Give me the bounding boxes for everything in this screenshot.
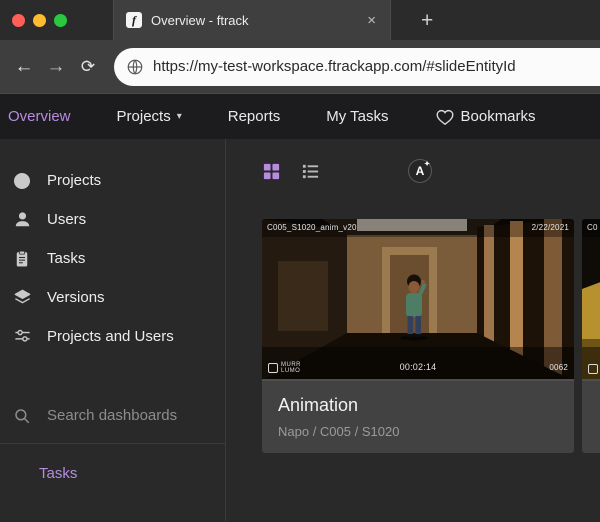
nav-item-projects[interactable]: Projects ▾ [117, 108, 182, 125]
card-title: Animation [278, 395, 558, 416]
layers-icon [12, 288, 32, 307]
nav-item-my-tasks[interactable]: My Tasks [326, 108, 388, 125]
thumbnail-scene [262, 219, 574, 381]
sidebar-item-projects[interactable]: Projects [0, 161, 225, 200]
thumbnail-scrubber[interactable] [582, 379, 600, 381]
sidebar-item-versions[interactable]: Versions [0, 278, 225, 317]
overlay-version-name: C005_S1020_anim_v20 [267, 223, 357, 232]
nav-item-bookmarks[interactable]: Bookmarks [435, 108, 536, 126]
sidebar-divider [0, 443, 225, 444]
tab-title: Overview - ftrack [151, 13, 356, 28]
new-tab-button[interactable]: + [421, 10, 433, 31]
overlay-frame-number: 0062 [549, 363, 568, 372]
url-bar[interactable]: https://my-test-workspace.ftrackapp.com/… [114, 48, 600, 86]
version-thumbnail[interactable]: C0 [582, 219, 600, 381]
site-globe-icon [126, 58, 144, 76]
traffic-lights [0, 0, 81, 40]
close-window-button[interactable] [12, 14, 25, 27]
reload-button[interactable]: ⟳ [72, 57, 104, 77]
nav-item-overview[interactable]: Overview [8, 108, 71, 125]
page-body: Projects Users [0, 139, 600, 521]
overlay-timecode: 00:02:14 [400, 362, 437, 372]
sidebar: Projects Users [0, 139, 226, 521]
sidebar-item-tasks[interactable]: Tasks [0, 239, 225, 278]
card-text [582, 381, 600, 409]
url-text: https://my-test-workspace.ftrackapp.com/… [153, 58, 516, 75]
studio-logo [588, 364, 598, 374]
user-icon [12, 210, 32, 229]
sidebar-item-tasks-active[interactable]: Tasks [0, 454, 225, 493]
version-card-partial[interactable]: C0 [582, 219, 600, 453]
browser-tab[interactable]: f Overview - ftrack × [113, 0, 391, 40]
minimize-window-button[interactable] [33, 14, 46, 27]
overlay-date: 2/22/2021 [532, 223, 569, 232]
thumbnail-scrubber[interactable] [262, 379, 574, 381]
version-thumbnail[interactable]: C005_S1020_anim_v20 2/22/2021 MURR LUMO … [262, 219, 574, 381]
main-content: A ✦ [226, 139, 600, 521]
card-text: Animation Napo / C005 / S1020 [262, 381, 574, 453]
clipboard-icon [12, 250, 32, 268]
app-nav-bar: Overview Projects ▾ Reports My Tasks Boo… [0, 94, 600, 139]
view-toggle-row: A ✦ [262, 159, 600, 183]
search-placeholder: Search dashboards [47, 407, 177, 424]
forward-button[interactable]: → [40, 56, 72, 78]
chevron-down-icon: ▾ [177, 111, 182, 122]
sparkle-icon: ✦ [424, 160, 430, 168]
sliders-icon [12, 327, 32, 346]
overlay-version-name: C0 [587, 223, 598, 232]
list-view-button[interactable] [301, 162, 320, 181]
heart-icon [435, 108, 455, 126]
studio-logo-icon [588, 364, 598, 374]
circle-icon [12, 173, 32, 189]
sidebar-item-users[interactable]: Users [0, 200, 225, 239]
back-button[interactable]: ← [8, 56, 40, 78]
studio-logo-icon [268, 363, 278, 373]
zoom-window-button[interactable] [54, 14, 67, 27]
version-card-animation[interactable]: C005_S1020_anim_v20 2/22/2021 MURR LUMO … [262, 219, 574, 453]
assignee-filter-badge[interactable]: A ✦ [408, 159, 432, 183]
thumbnail-scene [582, 219, 600, 381]
browser-toolbar: ← → ⟳ https://my-test-workspace.ftrackap… [0, 40, 600, 94]
browser-titlebar: f Overview - ftrack × + [0, 0, 600, 40]
studio-logo: MURR LUMO [268, 362, 301, 374]
search-dashboards-input[interactable]: Search dashboards [0, 396, 225, 435]
search-icon [12, 407, 32, 425]
card-subtitle: Napo / C005 / S1020 [278, 424, 558, 439]
grid-view-button[interactable] [262, 162, 281, 181]
tab-close-icon[interactable]: × [365, 12, 378, 29]
cards-row: C005_S1020_anim_v20 2/22/2021 MURR LUMO … [262, 219, 600, 453]
ftrack-favicon-icon: f [126, 12, 142, 28]
sidebar-item-projects-and-users[interactable]: Projects and Users [0, 317, 225, 356]
nav-item-reports[interactable]: Reports [228, 108, 281, 125]
